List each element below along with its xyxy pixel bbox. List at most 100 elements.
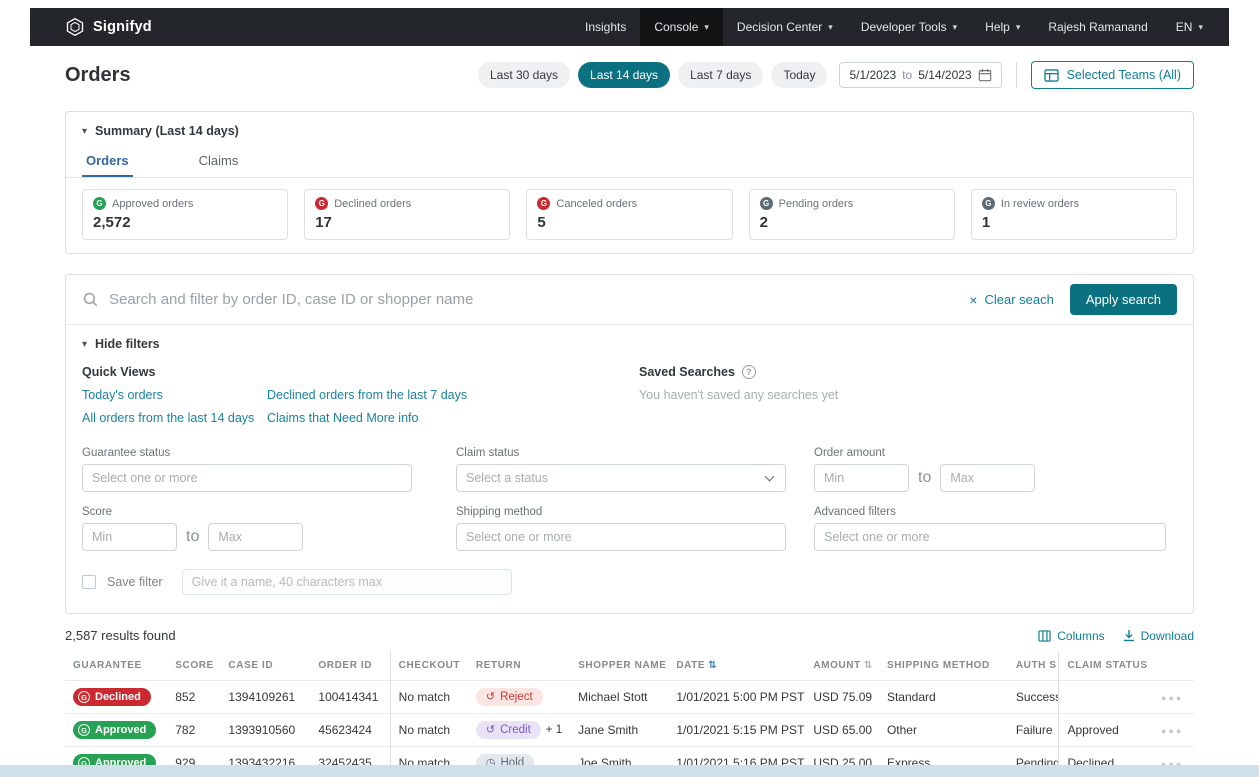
table-header-row: GUARANTEE SCORE CASE ID ORDER ID CHECKOU…	[65, 651, 1194, 681]
stat-label: Canceled orders	[556, 198, 637, 210]
tab-claims[interactable]: Claims	[195, 146, 243, 177]
columns-button[interactable]: Columns	[1038, 629, 1104, 643]
guarantee-badge: GApproved	[73, 721, 156, 739]
filter-name-input[interactable]	[182, 569, 512, 595]
guarantee-approved-icon: G	[93, 197, 106, 210]
order-amount-max-input[interactable]	[940, 464, 1035, 492]
chevron-down-icon: ▾	[953, 22, 958, 33]
chevron-down-icon: ▾	[704, 22, 709, 33]
results-bar: 2,587 results found Columns	[65, 628, 1194, 643]
chevron-down-icon: ▾	[828, 22, 833, 33]
advanced-filters-input[interactable]	[814, 523, 1166, 551]
score-cell: 782	[167, 714, 220, 747]
stat-card-canceled-orders: G Canceled orders 5	[526, 189, 732, 240]
search-bar: × Clear seach Apply search	[66, 275, 1193, 325]
teams-grid-icon	[1044, 69, 1059, 82]
score-cell: 852	[167, 681, 220, 714]
hide-filters-label: Hide filters	[95, 337, 160, 351]
nav-console[interactable]: Console ▾	[640, 8, 723, 46]
nav-insights[interactable]: Insights	[571, 8, 640, 46]
col-shipping-method: SHIPPING METHOD	[879, 651, 1008, 681]
date-range-picker[interactable]: 5/1/2023 to 5/14/2023	[839, 62, 1001, 88]
download-label: Download	[1141, 629, 1194, 643]
summary-collapse-toggle[interactable]: ▾ Summary (Last 14 days)	[66, 112, 1193, 138]
claim-status-cell	[1059, 681, 1153, 714]
nav-help-label: Help	[985, 20, 1010, 34]
apply-search-button[interactable]: Apply search	[1070, 284, 1177, 315]
time-filter-today[interactable]: Today	[771, 62, 827, 88]
saved-searches-title: Saved Searches	[639, 365, 735, 379]
guarantee-icon: G	[78, 691, 90, 703]
filters-panel: ▾ Hide filters Quick Views Today's order…	[66, 325, 1193, 613]
chevron-down-icon	[765, 472, 775, 482]
advanced-filters-label: Advanced filters	[814, 506, 1166, 518]
signifyd-logo[interactable]: Signifyd	[65, 17, 152, 37]
return-label: Credit	[500, 724, 531, 736]
claim-status-select[interactable]: Select a status	[456, 464, 786, 492]
guarantee-declined-icon: G	[315, 197, 328, 210]
row-menu-button[interactable]: ●●●	[1161, 726, 1183, 736]
nav-decision-center[interactable]: Decision Center ▾	[723, 8, 847, 46]
nav-items: Insights Console ▾ Decision Center ▾ Dev…	[571, 8, 1217, 46]
brand-name: Signifyd	[93, 19, 152, 35]
save-filter-checkbox[interactable]	[82, 575, 96, 589]
score-max-input[interactable]	[208, 523, 303, 551]
clear-search-button[interactable]: × Clear seach	[969, 292, 1054, 307]
row-menu-button[interactable]: ●●●	[1161, 693, 1183, 703]
shipping-method-input[interactable]	[456, 523, 786, 551]
amount-cell: USD 75.09	[805, 681, 879, 714]
quick-view-claims-need-more-info[interactable]: Claims that Need More info	[267, 411, 639, 425]
return-icon: ↺	[486, 725, 495, 736]
results-section: 2,587 results found Columns	[65, 628, 1194, 777]
auth-status-value: Success	[1016, 690, 1059, 704]
nav-developer-tools[interactable]: Developer Tools ▾	[847, 8, 971, 46]
table-row[interactable]: GApproved 782 1393910560 45623424 No mat…	[65, 714, 1194, 747]
time-filter-last-14-days[interactable]: Last 14 days	[578, 62, 670, 88]
claim-status-placeholder: Select a status	[466, 471, 548, 485]
help-circle-icon[interactable]: ?	[742, 365, 756, 379]
top-navbar: Signifyd Insights Console ▾ Decision Cen…	[30, 8, 1229, 46]
col-amount[interactable]: AMOUNT⇅	[805, 651, 879, 681]
case-id-cell: 1393910560	[220, 714, 310, 747]
shipping-method-cell: Standard	[879, 681, 1008, 714]
time-filter-last-30-days[interactable]: Last 30 days	[478, 62, 570, 88]
col-auth-status: AUTH S	[1008, 651, 1059, 681]
guarantee-badge: GDeclined	[73, 688, 151, 706]
nav-user-menu[interactable]: Rajesh Ramanand	[1034, 8, 1161, 46]
date-to: 5/14/2023	[918, 68, 971, 82]
col-claim-status: CLAIM STATUS	[1059, 651, 1153, 681]
stat-value: 2	[760, 214, 944, 231]
tab-orders[interactable]: Orders	[82, 146, 133, 177]
chevron-down-icon: ▾	[1016, 22, 1021, 33]
search-input[interactable]	[109, 291, 959, 308]
quick-view-declined-last-7-days[interactable]: Declined orders from the last 7 days	[267, 388, 639, 402]
stat-label: Declined orders	[334, 198, 411, 210]
quick-view-todays-orders[interactable]: Today's orders	[82, 388, 267, 402]
guarantee-pending-icon: G	[760, 197, 773, 210]
guarantee-canceled-icon: G	[537, 197, 550, 210]
guarantee-status-input[interactable]	[82, 464, 412, 492]
score-min-input[interactable]	[82, 523, 177, 551]
search-icon	[82, 291, 99, 308]
nav-console-label: Console	[654, 20, 698, 34]
time-filter-last-7-days[interactable]: Last 7 days	[678, 62, 763, 88]
checkout-cell: No match	[390, 681, 468, 714]
quick-view-all-orders-last-14-days[interactable]: All orders from the last 14 days	[82, 411, 267, 425]
nav-language[interactable]: EN ▾	[1162, 8, 1217, 46]
saved-searches-empty-text: You haven't saved any searches yet	[639, 388, 1177, 402]
nav-help[interactable]: Help ▾	[971, 8, 1034, 46]
sort-icon: ⇅	[708, 660, 717, 671]
order-amount-to-label: to	[918, 469, 931, 487]
chevron-down-icon: ▾	[1198, 22, 1203, 33]
col-date[interactable]: DATE⇅	[668, 651, 805, 681]
col-shopper-name: SHOPPER NAME	[570, 651, 668, 681]
order-amount-min-input[interactable]	[814, 464, 909, 492]
nav-developer-tools-label: Developer Tools	[861, 20, 947, 34]
bottom-strip	[0, 765, 1259, 777]
stat-card-in-review-orders: G In review orders 1	[971, 189, 1177, 240]
hide-filters-toggle[interactable]: ▾ Hide filters	[82, 337, 1177, 351]
download-button[interactable]: Download	[1123, 629, 1194, 643]
quick-views: Quick Views Today's orders Declined orde…	[82, 365, 639, 425]
table-row[interactable]: GDeclined 852 1394109261 100414341 No ma…	[65, 681, 1194, 714]
selected-teams-button[interactable]: Selected Teams (All)	[1031, 61, 1194, 89]
